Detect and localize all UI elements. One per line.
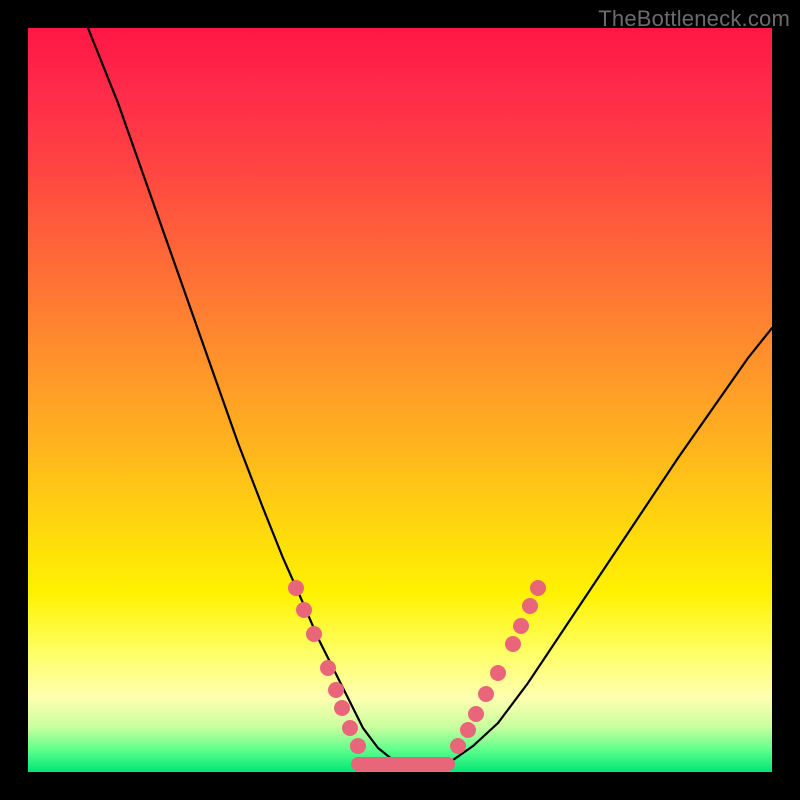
marker-dots-left [288, 580, 366, 754]
marker-dots-right [450, 580, 546, 754]
bottleneck-curve [88, 28, 772, 766]
marker-dot [530, 580, 546, 596]
marker-dot [513, 618, 529, 634]
chart-frame: TheBottleneck.com [0, 0, 800, 800]
marker-dot [328, 682, 344, 698]
marker-dot [468, 706, 484, 722]
marker-dot [505, 636, 521, 652]
marker-dot [450, 738, 466, 754]
marker-dot [478, 686, 494, 702]
marker-dot [350, 738, 366, 754]
marker-dot [334, 700, 350, 716]
marker-dot [490, 665, 506, 681]
marker-dot [288, 580, 304, 596]
marker-dot [306, 626, 322, 642]
watermark-text: TheBottleneck.com [598, 6, 790, 32]
marker-dot [522, 598, 538, 614]
marker-dot [320, 660, 336, 676]
plot-area [28, 28, 772, 772]
marker-dot [342, 720, 358, 736]
marker-dot [296, 602, 312, 618]
curve-svg [28, 28, 772, 772]
marker-dot [460, 722, 476, 738]
